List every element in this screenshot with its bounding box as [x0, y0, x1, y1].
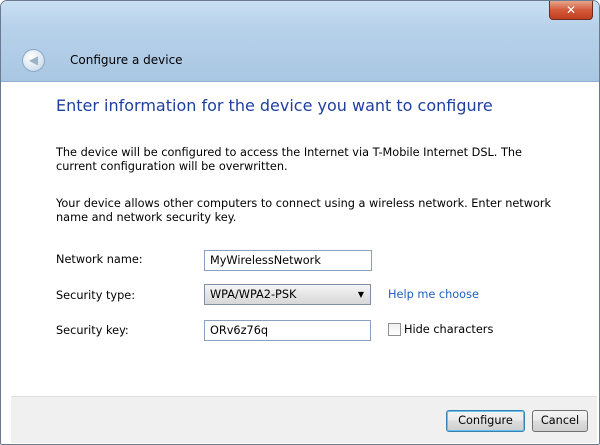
close-icon: ✕ [565, 3, 577, 17]
page-heading: Enter information for the device you wan… [56, 96, 493, 115]
configure-device-window: ✕ ◀ Configure a device Enter information… [0, 0, 600, 445]
window-title: Configure a device [70, 53, 183, 67]
back-arrow-icon: ◀ [28, 53, 39, 67]
network-name-input[interactable]: MyWirelessNetwork [204, 250, 372, 271]
security-type-value: WPA/WPA2-PSK [210, 288, 297, 301]
help-me-choose-link[interactable]: Help me choose [388, 288, 479, 301]
security-type-select[interactable]: WPA/WPA2-PSK ▼ [204, 284, 371, 305]
security-key-input[interactable]: ORv6z76q [204, 320, 371, 341]
back-button[interactable]: ◀ [22, 49, 45, 72]
hide-characters-label[interactable]: Hide characters [404, 323, 493, 336]
title-bar: ✕ ◀ Configure a device [1, 1, 599, 82]
dropdown-arrow-icon: ▼ [357, 290, 364, 299]
close-button[interactable]: ✕ [549, 1, 593, 20]
hide-characters-checkbox[interactable] [388, 323, 401, 336]
configure-button[interactable]: Configure [446, 410, 525, 432]
cancel-button[interactable]: Cancel [532, 410, 588, 432]
content-area: Enter information for the device you wan… [11, 82, 597, 395]
wireless-instructions: Your device allows other computers to co… [56, 197, 552, 224]
security-key-label: Security key: [56, 324, 129, 337]
security-type-label: Security type: [56, 289, 136, 302]
configuration-notice: The device will be configured to access … [56, 146, 522, 173]
network-name-label: Network name: [56, 253, 143, 266]
button-bar: Configure Cancel [11, 396, 597, 443]
